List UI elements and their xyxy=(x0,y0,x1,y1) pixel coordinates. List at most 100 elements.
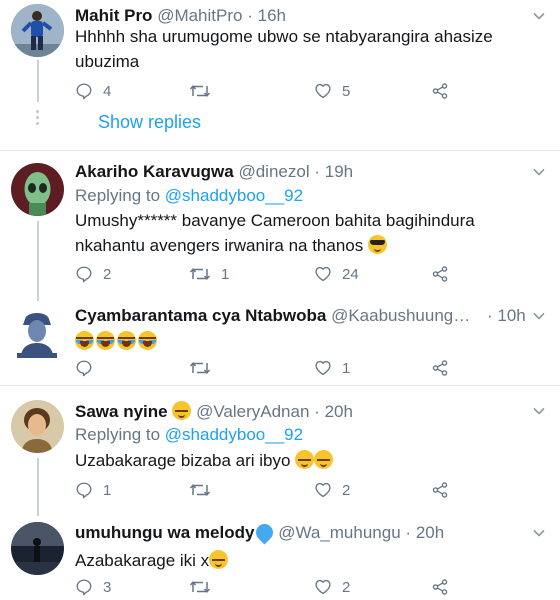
action-bar: 2 1 24 xyxy=(75,264,495,284)
tweet-header: Mahit Pro @MahitPro · 16h xyxy=(75,6,286,26)
tweet[interactable]: Mahit Pro @MahitPro · 16h Hhhhh sha urum… xyxy=(0,0,560,150)
timestamp[interactable]: 16h xyxy=(258,6,286,25)
timestamp[interactable]: 19h xyxy=(325,162,353,181)
retweet-button[interactable] xyxy=(189,358,221,378)
like-button[interactable]: 2 xyxy=(314,577,350,597)
mention-link[interactable]: @shaddyboo__92 xyxy=(165,186,303,205)
tweet-text-content: Umushy****** bavanye Cameroon bahita bag… xyxy=(75,211,475,255)
separator: · xyxy=(486,306,493,325)
caret-down-icon[interactable] xyxy=(532,165,546,179)
share-icon xyxy=(431,578,449,596)
share-button[interactable] xyxy=(431,81,449,101)
user-handle[interactable]: @dinezol xyxy=(238,162,309,181)
cool-sunglasses-emoji xyxy=(367,235,387,254)
replying-prefix: Replying to xyxy=(75,425,161,444)
caret-down-icon[interactable] xyxy=(532,526,546,540)
tweet[interactable]: Cyambarantama cya Ntabwoba @Kaabushuung…… xyxy=(0,297,560,384)
tears-of-joy-emoji xyxy=(138,331,157,350)
reply-icon xyxy=(75,265,93,283)
caret-down-icon[interactable] xyxy=(532,9,546,23)
share-icon xyxy=(431,481,449,499)
display-name[interactable]: Mahit Pro xyxy=(75,6,152,25)
show-replies-link[interactable]: Show replies xyxy=(98,112,201,133)
tweet-header: umuhungu wa melody @Wa_muhungu · 20h xyxy=(75,520,444,545)
retweet-icon xyxy=(189,577,211,597)
avatar[interactable] xyxy=(11,522,64,575)
like-count: 2 xyxy=(342,481,351,499)
relieved-face-emoji xyxy=(172,401,192,420)
caret-down-icon[interactable] xyxy=(532,404,546,418)
reply-icon xyxy=(75,82,93,100)
tweet-text: Umushy****** bavanye Cameroon bahita bag… xyxy=(75,208,535,258)
user-handle[interactable]: @Wa_muhungu xyxy=(278,523,400,542)
tears-of-joy-emoji xyxy=(75,331,94,350)
separator: · xyxy=(247,6,253,25)
retweet-button[interactable] xyxy=(189,81,221,101)
like-button[interactable]: 2 xyxy=(314,480,350,500)
avatar[interactable] xyxy=(11,400,64,453)
like-button[interactable]: 24 xyxy=(314,264,359,284)
reply-button[interactable]: 4 xyxy=(75,81,111,101)
tweet-header: Sawa nyine @ValeryAdnan · 20h xyxy=(75,401,353,422)
tweet-header: Cyambarantama cya Ntabwoba @Kaabushuung…… xyxy=(75,306,526,326)
action-bar: 3 2 xyxy=(75,577,495,597)
like-icon xyxy=(314,265,332,283)
avatar[interactable] xyxy=(11,163,64,216)
retweet-button[interactable]: 1 xyxy=(189,264,229,284)
thread-line xyxy=(37,60,39,102)
display-name[interactable]: Akariho Karavugwa xyxy=(75,162,234,181)
replying-to: Replying to @shaddyboo__92 xyxy=(75,425,303,445)
like-icon xyxy=(314,359,332,377)
tweet-text: Azabakarage iki x xyxy=(75,548,535,573)
mention-link[interactable]: @shaddyboo__92 xyxy=(165,425,303,444)
retweet-icon xyxy=(189,480,211,500)
share-button[interactable] xyxy=(431,264,449,284)
replying-to: Replying to @shaddyboo__92 xyxy=(75,186,303,206)
avatar[interactable] xyxy=(11,305,64,358)
user-handle[interactable]: @MahitPro xyxy=(157,6,242,25)
relieved-face-emoji xyxy=(295,450,315,469)
caret-down-icon[interactable] xyxy=(532,309,546,323)
tweet-text: Hhhhh sha urumugome ubwo se ntabyarangir… xyxy=(75,27,493,71)
user-handle[interactable]: @Kaabushuung… xyxy=(331,306,470,325)
retweet-button[interactable] xyxy=(189,577,221,597)
reply-button[interactable]: 3 xyxy=(75,577,111,597)
separator: · xyxy=(405,523,412,542)
tweet-text: Uzabakarage bizaba ari ibyo xyxy=(75,448,535,473)
reply-button[interactable]: 2 xyxy=(75,264,111,284)
like-count: 5 xyxy=(342,82,351,100)
tweet[interactable]: umuhungu wa melody @Wa_muhungu · 20h Aza… xyxy=(0,508,560,600)
separator: · xyxy=(314,162,321,181)
share-button[interactable] xyxy=(431,480,449,500)
like-button[interactable]: 1 xyxy=(314,358,350,378)
reply-button[interactable]: 1 xyxy=(75,480,111,500)
timestamp[interactable]: 20h xyxy=(325,402,353,421)
separator: · xyxy=(314,402,320,421)
thread-line xyxy=(37,221,39,301)
display-name[interactable]: umuhungu wa melody xyxy=(75,523,254,542)
reply-count: 3 xyxy=(103,578,112,596)
share-button[interactable] xyxy=(431,577,449,597)
retweet-icon xyxy=(189,81,211,101)
like-button[interactable]: 5 xyxy=(314,81,350,101)
share-icon xyxy=(431,82,449,100)
user-handle[interactable]: @ValeryAdnan xyxy=(196,402,309,421)
display-name[interactable]: Sawa nyine xyxy=(75,402,168,421)
tweet[interactable]: Akariho Karavugwa @dinezol · 19h Replyin… xyxy=(0,151,560,301)
like-count: 2 xyxy=(342,578,351,596)
like-icon xyxy=(314,82,332,100)
reply-button[interactable] xyxy=(75,358,103,378)
timestamp[interactable]: 20h xyxy=(416,523,444,542)
tweet[interactable]: Sawa nyine @ValeryAdnan · 20h Replying t… xyxy=(0,386,560,516)
tears-of-joy-emoji xyxy=(117,331,136,350)
display-name[interactable]: Cyambarantama cya Ntabwoba xyxy=(75,306,326,325)
timestamp[interactable]: 10h xyxy=(497,306,525,325)
share-button[interactable] xyxy=(431,358,449,378)
share-icon xyxy=(431,265,449,283)
retweet-button[interactable] xyxy=(189,480,221,500)
reply-icon xyxy=(75,578,93,596)
reply-count: 2 xyxy=(103,265,112,283)
like-count: 24 xyxy=(342,265,359,283)
avatar[interactable] xyxy=(11,4,64,57)
like-count: 1 xyxy=(342,359,351,377)
